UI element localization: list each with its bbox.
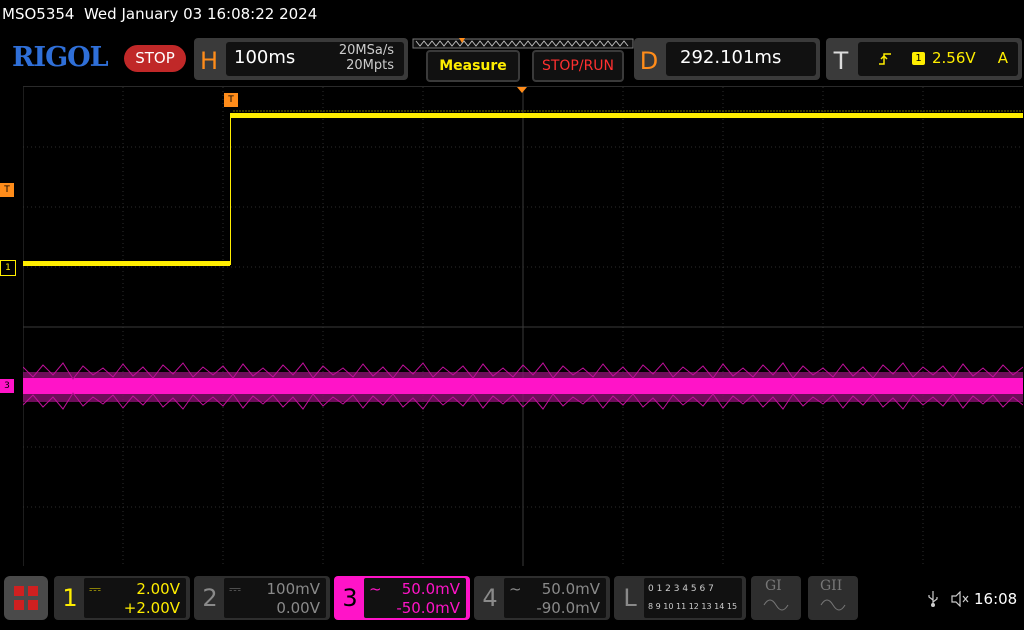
ch1-ground-marker[interactable]: 1 (0, 260, 16, 276)
ac-coupling-icon: ~ (509, 580, 522, 598)
channel-2-box[interactable]: 2 ⎓ 100mV 0.00V (194, 576, 330, 620)
delay-label: D (639, 47, 659, 75)
rigol-logo: RIGOL (12, 42, 109, 73)
dc-coupling-icon: ⎓ (89, 580, 101, 598)
channel-4-scale: 50.0mV (541, 580, 600, 598)
trigger-panel[interactable]: T 1 2.56V A (826, 38, 1022, 80)
channel-2-scale: 100mV (266, 580, 320, 598)
sine-wave-icon (763, 599, 789, 611)
usb-icon (928, 591, 938, 607)
waveform-display[interactable] (23, 86, 1023, 566)
channel-3-number: 3 (342, 584, 358, 612)
bottom-toolbar: 1 ⎓ 2.00V +2.00V 2 ⎓ 100mV 0.00V 3 ~ 50.… (0, 572, 1024, 630)
channel-4-offset: -90.0mV (536, 599, 600, 617)
sample-rate: 20MSa/s (338, 43, 394, 58)
channel-2-number: 2 (202, 584, 218, 612)
delay-panel[interactable]: D 292.101ms (634, 38, 820, 80)
bus-1-label: GI (765, 578, 782, 594)
grid-menu-icon (14, 586, 38, 610)
speaker-muted-icon[interactable] (950, 591, 970, 607)
channel-1-number: 1 (62, 584, 78, 612)
memory-depth: 20Mpts (346, 58, 394, 73)
bus-2-button[interactable]: GII (808, 576, 858, 620)
graticule (23, 87, 1023, 566)
bus-2-label: GII (820, 578, 843, 594)
channel-1-box[interactable]: 1 ⎓ 2.00V +2.00V (54, 576, 190, 620)
sine-wave-icon (820, 599, 846, 611)
delay-value: 292.101ms (680, 47, 782, 68)
horizontal-label: H (199, 47, 219, 75)
channel-4-box[interactable]: 4 ~ 50.0mV -90.0mV (474, 576, 610, 620)
run-status-badge[interactable]: STOP (124, 45, 186, 72)
channel-1-offset: +2.00V (123, 599, 180, 617)
trigger-label: T (833, 47, 849, 75)
channel-3-scale: 50.0mV (401, 580, 460, 598)
bus-1-button[interactable]: GI (751, 576, 801, 620)
top-toolbar: RIGOL STOP H 100ms 20MSa/s 20Mpts Measur… (0, 36, 1024, 84)
logic-analyzer-box[interactable]: L 0 1 2 3 4 5 6 7 8 9 10 11 12 13 14 15 (614, 576, 746, 620)
clock-time: 16:08 (974, 590, 1018, 608)
dc-coupling-icon: ⎓ (229, 580, 241, 598)
horizontal-panel[interactable]: H 100ms 20MSa/s 20Mpts (194, 38, 408, 80)
logic-channels-row1: 0 1 2 3 4 5 6 7 (648, 584, 714, 594)
instrument-datetime: MSO5354 Wed January 03 16:08:22 2024 (2, 5, 318, 23)
channel-2-offset: 0.00V (276, 599, 320, 617)
menu-button[interactable] (4, 576, 48, 620)
channel-3-offset: -50.0mV (396, 599, 460, 617)
logic-channels-row2: 8 9 10 11 12 13 14 15 (648, 602, 738, 611)
timebase-value: 100ms (234, 47, 296, 68)
trigger-level-marker[interactable]: T (0, 183, 14, 197)
memory-overview-strip (412, 38, 634, 49)
rising-edge-icon (879, 53, 891, 65)
trigger-position-marker[interactable]: T (224, 93, 238, 107)
ch3-ground-marker[interactable]: 3 (0, 379, 14, 393)
measure-button[interactable]: Measure (426, 50, 520, 82)
trigger-source-badge: 1 (912, 52, 925, 65)
trigger-mode: A (997, 49, 1008, 67)
trigger-position-caret (517, 87, 527, 93)
trigger-level: 2.56V (932, 49, 976, 67)
logic-label: L (623, 584, 637, 612)
channel-3-box[interactable]: 3 ~ 50.0mV -50.0mV (334, 576, 470, 620)
stop-run-button[interactable]: STOP/RUN (532, 50, 624, 82)
ac-coupling-icon: ~ (369, 580, 382, 598)
channel-4-number: 4 (482, 584, 498, 612)
channel-1-scale: 2.00V (136, 580, 180, 598)
